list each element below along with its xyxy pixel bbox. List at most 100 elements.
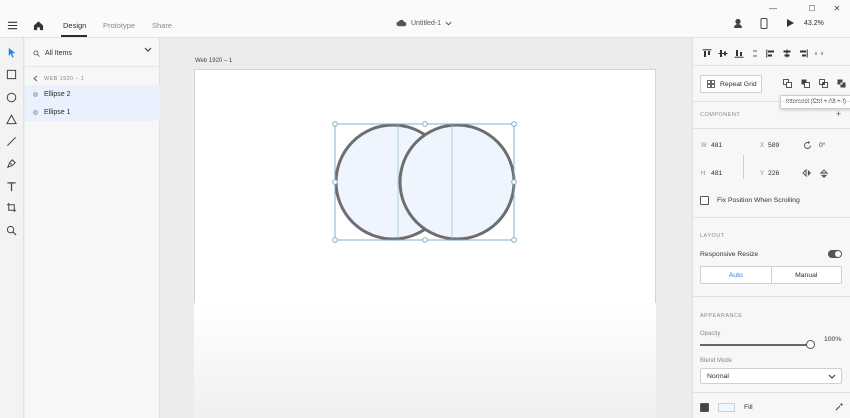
blend-mode-label: Blend Mode	[700, 358, 733, 364]
menu-icon[interactable]	[4, 17, 20, 33]
divider	[693, 392, 850, 393]
grid-icon	[707, 80, 715, 88]
distribute-vertical-icon[interactable]	[747, 47, 763, 59]
text-tool-icon[interactable]	[2, 177, 20, 195]
zoom-tool-icon[interactable]	[2, 221, 20, 239]
user-icon[interactable]	[733, 18, 743, 28]
boolean-operations	[782, 78, 847, 89]
document-title-dropdown[interactable]: Untitled-1	[396, 19, 452, 27]
align-top-icon[interactable]	[699, 47, 715, 59]
repeat-grid-button[interactable]: Repeat Grid	[700, 75, 762, 93]
flip-vertical-icon[interactable]	[819, 169, 829, 181]
responsive-resize-label: Responsive Resize	[700, 251, 759, 258]
tab-share[interactable]: Share	[152, 21, 172, 30]
opacity-slider-knob[interactable]	[806, 340, 815, 349]
layers-panel: All Items WEB 1920 – 1 Ellipse 2 Ellipse…	[25, 38, 160, 418]
ellipse-layer-icon	[33, 109, 38, 115]
line-tool-icon[interactable]	[2, 132, 20, 150]
align-right-icon[interactable]	[795, 47, 811, 59]
resize-mode-segmented: Auto Manual	[700, 266, 842, 284]
divider	[25, 66, 160, 67]
layout-section-title: LAYOUT	[700, 233, 725, 239]
height-field[interactable]: 481	[711, 170, 722, 177]
artboard-back-button[interactable]: WEB 1920 – 1	[33, 75, 84, 82]
tab-prototype[interactable]: Prototype	[103, 21, 135, 30]
resize-handle[interactable]	[422, 237, 428, 243]
resize-handle[interactable]	[332, 121, 338, 127]
add-component-button[interactable]: +	[836, 109, 841, 119]
lock-aspect-link[interactable]	[743, 155, 744, 179]
x-field[interactable]: 589	[768, 142, 779, 149]
exclude-shape-icon[interactable]	[836, 78, 847, 89]
responsive-resize-toggle[interactable]	[828, 250, 842, 258]
chevron-left-icon	[33, 75, 38, 82]
layer-item-ellipse-1[interactable]: Ellipse 1	[25, 103, 160, 121]
tab-design[interactable]: Design	[63, 21, 86, 30]
manual-button[interactable]: Manual	[772, 267, 842, 283]
ellipse-2-shape[interactable]	[398, 123, 516, 241]
fix-position-label: Fix Position When Scrolling	[717, 197, 800, 204]
active-tab-indicator	[61, 35, 87, 37]
intersect-shape-icon[interactable]	[818, 78, 829, 89]
pen-tool-icon[interactable]	[2, 154, 20, 172]
y-label: Y	[760, 171, 765, 177]
align-bottom-icon[interactable]	[731, 47, 747, 59]
rotation-field[interactable]: 0°	[819, 142, 826, 149]
eyedropper-icon[interactable]	[835, 402, 844, 413]
artboard-breadcrumb: WEB 1920 – 1	[44, 75, 85, 82]
maximize-icon[interactable]: ☐	[805, 2, 819, 14]
y-field[interactable]: 226	[768, 170, 779, 177]
distribute-horizontal-icon[interactable]	[811, 47, 827, 59]
chevron-down-icon	[445, 21, 452, 26]
fix-position-checkbox[interactable]	[700, 196, 709, 205]
resize-handle[interactable]	[511, 237, 517, 243]
home-icon[interactable]	[30, 17, 46, 33]
opacity-slider-track[interactable]	[700, 344, 809, 346]
ellipse-tool-icon[interactable]	[2, 88, 20, 106]
divider	[693, 101, 850, 102]
subtract-shape-icon[interactable]	[800, 78, 811, 89]
resize-handle[interactable]	[332, 179, 338, 185]
artboard-tool-icon[interactable]	[2, 198, 20, 216]
layer-filter-dropdown[interactable]: All Items	[30, 44, 154, 62]
resize-handle[interactable]	[511, 179, 517, 185]
auto-button[interactable]: Auto	[701, 267, 772, 283]
align-toolbar	[699, 46, 847, 60]
ellipse-layer-icon	[33, 91, 38, 97]
rectangle-tool-icon[interactable]	[2, 65, 20, 83]
blend-mode-dropdown[interactable]: Normal	[700, 368, 842, 384]
intersect-tooltip: Intersect (Ctrl + Alt + I)	[780, 95, 850, 109]
resize-handle[interactable]	[511, 121, 517, 127]
component-section-title: COMPONENT	[700, 112, 741, 118]
x-label: X	[760, 143, 765, 149]
mobile-preview-icon[interactable]	[760, 18, 768, 29]
resize-handle[interactable]	[332, 237, 338, 243]
select-tool-icon[interactable]	[2, 43, 20, 61]
fill-color-swatch[interactable]	[718, 403, 735, 412]
polygon-tool-icon[interactable]	[2, 110, 20, 128]
opacity-value[interactable]: 100%	[824, 336, 841, 343]
divider	[693, 65, 850, 66]
cloud-icon	[396, 19, 407, 27]
zoom-level[interactable]: 43.2%	[804, 20, 824, 27]
align-left-icon[interactable]	[763, 47, 779, 59]
resize-handle[interactable]	[422, 121, 428, 127]
layer-item-ellipse-2[interactable]: Ellipse 2	[25, 85, 160, 103]
fill-checkbox[interactable]	[700, 403, 709, 412]
align-center-icon[interactable]	[779, 47, 795, 59]
canvas-shapes	[332, 121, 517, 243]
tool-bar	[0, 38, 24, 418]
width-field[interactable]: 481	[711, 142, 722, 149]
align-middle-icon[interactable]	[715, 47, 731, 59]
minimize-icon[interactable]: —	[766, 2, 780, 14]
close-window-icon[interactable]: ✕	[830, 2, 844, 14]
canvas[interactable]: Web 1920 – 1	[160, 38, 691, 418]
property-inspector: Repeat Grid Intersect (Ctrl + Alt + I) C…	[692, 38, 850, 418]
layer-filter-label: All Items	[45, 49, 72, 57]
layer-label: Ellipse 2	[44, 90, 71, 98]
divider	[693, 217, 850, 218]
flip-horizontal-icon[interactable]	[802, 168, 812, 179]
play-icon[interactable]	[786, 18, 795, 28]
appearance-section-title: APPEARANCE	[700, 313, 743, 319]
add-shape-icon[interactable]	[782, 78, 793, 89]
